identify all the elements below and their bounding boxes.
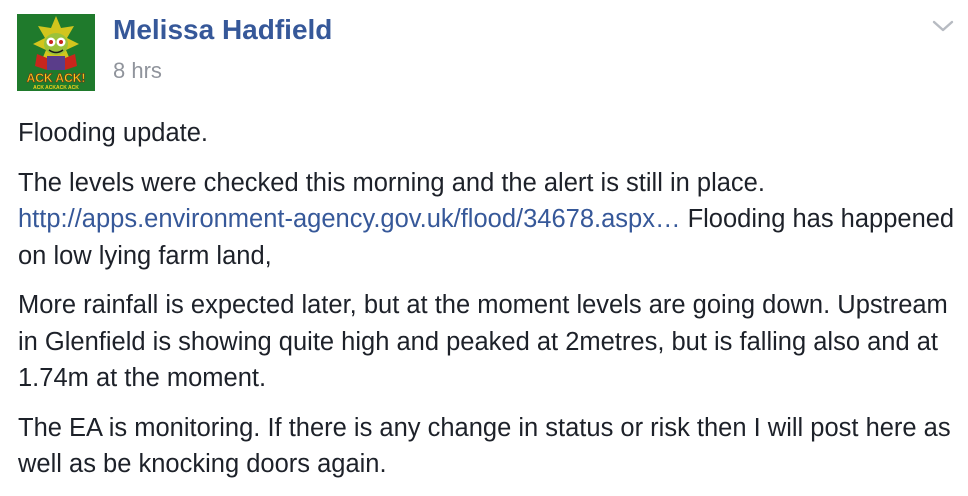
avatar-caption: ACK ACK! [27, 71, 86, 85]
post-timestamp[interactable]: 8 hrs [113, 58, 162, 84]
paragraph-text: More rainfall is expected later, but at … [18, 291, 948, 392]
chevron-down-icon [932, 20, 954, 32]
ack-ack-avatar-icon: ACK ACK! ACK ACKACK ACK [17, 14, 95, 91]
paragraph-text: Flooding update. [18, 119, 208, 147]
post-header: ACK ACK! ACK ACKACK ACK Melissa Hadfield… [0, 0, 968, 100]
post-paragraph: The EA is monitoring. If there is any ch… [18, 410, 958, 483]
avatar-subcaption: ACK ACKACK ACK [33, 85, 79, 91]
post-body: Flooding update. The levels were checked… [18, 115, 958, 496]
author-name[interactable]: Melissa Hadfield [113, 14, 332, 46]
post-options-button[interactable] [930, 16, 956, 36]
flood-alert-link[interactable]: http://apps.environment-agency.gov.uk/fl… [18, 205, 680, 233]
post-paragraph: The levels were checked this morning and… [18, 165, 958, 275]
author-avatar[interactable]: ACK ACK! ACK ACKACK ACK [17, 14, 95, 91]
paragraph-text: The levels were checked this morning and… [18, 168, 765, 197]
post-paragraph: More rainfall is expected later, but at … [18, 287, 958, 397]
post-paragraph: Flooding update. [18, 115, 958, 152]
paragraph-text: The EA is monitoring. If there is any ch… [18, 413, 951, 479]
